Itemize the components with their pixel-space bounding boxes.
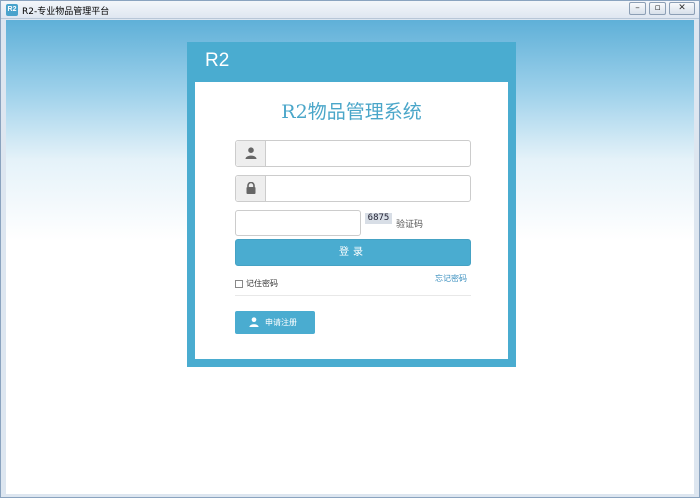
login-form: R2物品管理系统 6875 验证码 登录 记住密码 忘记密码 申请注册 [195, 82, 508, 359]
window-title: R2-专业物品管理平台 [22, 7, 110, 17]
register-label: 申请注册 [265, 318, 297, 327]
system-title: R2物品管理系统 [281, 101, 422, 123]
panel-header: R2 [205, 50, 230, 71]
username-input[interactable] [267, 141, 470, 166]
app-window: R2 R2-专业物品管理平台 – ▫ ✕ R2 R2物品管理系统 6875 验证… [0, 0, 700, 498]
minimize-button[interactable]: – [629, 2, 646, 15]
captcha-label: 验证码 [396, 220, 424, 230]
captcha-image[interactable]: 6875 [365, 213, 392, 224]
password-input[interactable] [267, 176, 470, 201]
register-button[interactable]: 申请注册 [235, 311, 315, 334]
remember-label: 记住密码 [246, 279, 278, 288]
app-icon: R2 [6, 4, 18, 16]
remember-checkbox[interactable] [235, 279, 243, 288]
user-icon [249, 317, 259, 327]
lock-icon [236, 176, 266, 201]
divider [235, 295, 471, 296]
login-button[interactable]: 登录 [235, 239, 471, 266]
remember-password[interactable]: 记住密码 [235, 273, 278, 288]
maximize-button[interactable]: ▫ [649, 2, 666, 15]
title-bar[interactable]: R2 R2-专业物品管理平台 – ▫ ✕ [1, 1, 699, 19]
forgot-password-link[interactable]: 忘记密码 [435, 273, 467, 284]
username-field-group [235, 140, 471, 167]
close-button[interactable]: ✕ [669, 2, 695, 15]
client-area: R2 R2物品管理系统 6875 验证码 登录 记住密码 忘记密码 申请注册 [6, 20, 694, 494]
captcha-input[interactable] [235, 210, 361, 236]
password-field-group [235, 175, 471, 202]
user-icon [236, 141, 266, 166]
login-panel: R2 R2物品管理系统 6875 验证码 登录 记住密码 忘记密码 申请注册 [187, 42, 516, 367]
